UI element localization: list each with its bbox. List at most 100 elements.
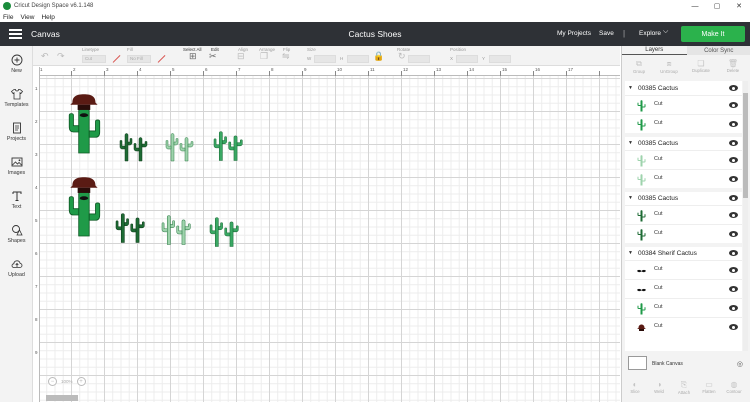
position-x-input[interactable] [456,55,478,63]
layers-scrollbar-thumb[interactable] [743,93,748,198]
select-all-icon[interactable]: ⊞ [189,51,197,62]
cactus-pair-green-1[interactable] [213,131,243,162]
eye-icon[interactable] [729,121,738,127]
layer-row[interactable]: Cut [625,205,742,223]
hamburger-menu-icon[interactable] [9,29,22,39]
caret-down-icon[interactable]: ▼ [628,140,633,146]
eye-icon[interactable] [729,324,738,330]
blank-canvas-swatch[interactable] [628,356,647,370]
cactus-pair-light-2[interactable] [161,215,191,246]
eye-icon[interactable] [729,305,738,311]
eye-icon[interactable] [729,157,738,163]
fill-select[interactable]: No Fill [127,55,151,63]
weld-button[interactable]: ◑ Weld [648,380,670,394]
height-input[interactable] [347,55,369,63]
undo-icon[interactable]: ↶ [41,51,49,62]
slice-button[interactable]: ◐ Slice [624,380,646,394]
caret-down-icon[interactable]: ▼ [628,250,633,256]
tab-color-sync[interactable]: Color Sync [686,46,750,55]
sidebar-item-upload[interactable]: Upload [0,258,33,278]
close-button[interactable]: ✕ [728,0,750,12]
horizontal-scrollbar[interactable] [46,395,78,401]
position-y-input[interactable] [489,55,511,63]
eye-icon[interactable] [729,267,738,273]
duplicate-button[interactable]: ❏ Duplicate [688,59,714,73]
layer-group-header[interactable]: ▼ 00385 Cactus [625,193,742,203]
minimize-button[interactable]: — [684,0,706,12]
chevron-down-icon[interactable]: ⌵ [663,28,668,36]
make-it-button[interactable]: Make It [681,26,745,42]
layer-row[interactable]: Cut [625,260,742,278]
layer-row[interactable]: Cut [625,298,742,316]
layer-row[interactable]: Cut [625,95,742,113]
save-button[interactable]: Save [599,30,614,37]
redo-icon[interactable]: ↷ [57,51,65,62]
caret-down-icon[interactable]: ▼ [628,85,633,91]
sidebar-label-images: Images [7,170,26,176]
eye-icon[interactable] [729,250,738,256]
layer-row[interactable]: Cut [625,224,742,242]
layer-group-header[interactable]: ▼ 00384 Sherif Cactus [625,248,742,258]
menu-help[interactable]: Help [41,14,54,21]
attach-button[interactable]: ⎘ Attach [673,380,695,395]
layer-row[interactable]: Cut [625,150,742,168]
ungroup-button[interactable]: ⧈ UnGroup [656,59,682,74]
my-projects-link[interactable]: My Projects [557,30,591,37]
zoom-in-button[interactable]: + [76,377,86,386]
blank-canvas-row[interactable]: Blank Canvas ◎ [622,353,750,375]
eye-icon[interactable] [729,176,738,182]
eye-icon[interactable] [729,140,738,146]
align-icon[interactable]: ⊟ [237,51,245,62]
menu-view[interactable]: View [20,14,34,21]
cactus-pair-dark-1[interactable] [119,133,148,162]
cactus-pair-light-1[interactable] [165,133,194,162]
contour-button[interactable]: ◍ Contour [723,380,745,394]
design-canvas[interactable]: 1 2 3 4 5 6 7 8 9 10 11 12 13 14 15 16 17 123456789 [34,67,620,402]
sheriff-cactus-1[interactable] [63,89,101,154]
linetype-color-swatch[interactable] [113,55,121,63]
fill-value: No Fill [130,56,143,61]
zoom-out-button[interactable]: − [48,377,57,386]
flip-icon[interactable]: ⇋ [282,51,290,62]
caret-down-icon[interactable]: ▼ [628,195,633,201]
cactus-pair-green-2[interactable] [209,217,239,248]
layer-row[interactable]: Cut [625,169,742,187]
layer-name: Cut [654,266,663,272]
layer-group-header[interactable]: ▼ 00385 Cactus [625,83,742,93]
sidebar-item-text[interactable]: Text [0,190,33,210]
linetype-select[interactable]: Cut [82,55,106,63]
eye-icon[interactable] [729,102,738,108]
tab-layers[interactable]: Layers [622,46,687,55]
eye-icon[interactable] [729,231,738,237]
width-input[interactable] [314,55,336,63]
flatten-button[interactable]: ▭ Flatten [698,380,720,394]
layer-name: Cut [654,156,663,162]
sidebar-item-new[interactable]: New [0,54,33,74]
sidebar-item-images[interactable]: Images [0,156,33,176]
edit-icon[interactable]: ✂ [209,51,217,62]
delete-button[interactable]: 🗑 Delete [720,59,746,73]
layer-group-header[interactable]: ▼ 00385 Cactus [625,138,742,148]
eye-icon[interactable] [729,85,738,91]
sidebar-item-shapes[interactable]: Shapes [0,224,33,244]
menu-file[interactable]: File [3,14,13,21]
sidebar-item-projects[interactable]: Projects [0,122,33,142]
explore-button[interactable]: Explore [639,30,661,37]
group-button[interactable]: ⧉ Group [626,59,652,74]
fill-color-swatch[interactable] [158,55,166,63]
lock-icon[interactable]: 🔒 [373,51,384,62]
layer-row[interactable]: Cut [625,279,742,297]
layer-row[interactable]: Cut [625,317,742,335]
rotate-input[interactable] [408,55,430,63]
layer-row[interactable]: Cut [625,114,742,132]
sheriff-cactus-2[interactable] [63,172,101,237]
eye-icon[interactable] [729,286,738,292]
maximize-button[interactable]: ▢ [706,0,728,12]
eye-icon[interactable] [729,195,738,201]
sidebar-item-templates[interactable]: Templates [0,88,33,108]
arrange-icon[interactable]: ❐ [260,51,268,62]
cactus-pair-dark-2[interactable] [115,213,145,244]
eye-icon[interactable] [729,212,738,218]
layers-scrollbar[interactable] [743,81,748,351]
hide-canvas-icon[interactable]: ◎ [737,360,743,368]
